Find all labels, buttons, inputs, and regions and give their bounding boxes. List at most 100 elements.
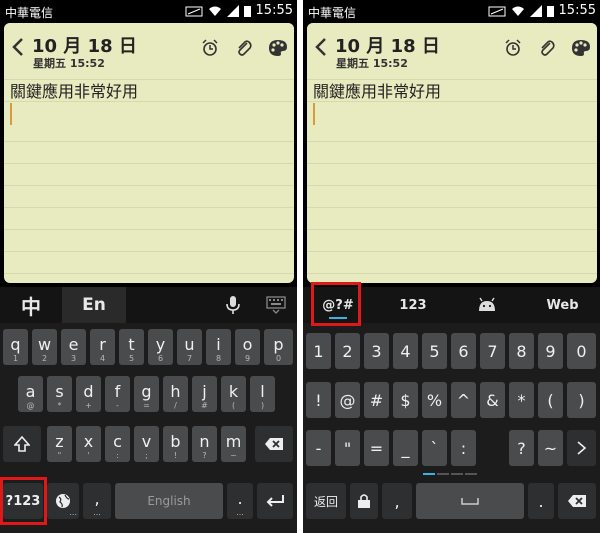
key-w[interactable]: w2 <box>32 329 57 365</box>
comma-key[interactable]: ,... <box>83 483 111 519</box>
key-dollar[interactable]: $ <box>393 382 418 418</box>
status-bar: 中華電信 15:55 <box>0 0 297 22</box>
palette-icon[interactable] <box>571 39 591 57</box>
lock-icon <box>358 494 370 508</box>
key-l[interactable]: l) <box>250 376 275 412</box>
key-ampersand[interactable]: & <box>480 382 505 418</box>
key-quote[interactable]: " <box>335 430 360 466</box>
key-y[interactable]: y6 <box>148 329 173 365</box>
key-u[interactable]: u7 <box>177 329 202 365</box>
paperclip-icon[interactable] <box>538 39 556 57</box>
key-a[interactable]: a @ <box>18 376 43 412</box>
key-h[interactable]: h / <box>163 376 188 412</box>
key-7[interactable]: 7 <box>480 333 505 369</box>
key-9[interactable]: 9 <box>538 333 563 369</box>
key-j[interactable]: j # <box>192 376 217 412</box>
keyboard-qwerty: 中 En q1 w2 e3 r4 t5 y6 u7 i8 o9 p0 a @ s *… <box>0 287 297 533</box>
key-5[interactable]: 5 <box>422 333 447 369</box>
page-arrow-key[interactable] <box>567 430 596 466</box>
key-g[interactable]: g = <box>134 376 159 412</box>
key-paren-open[interactable]: ( <box>538 382 563 418</box>
chevron-left-icon[interactable] <box>315 37 327 57</box>
tab-numbers[interactable]: 123 <box>377 287 449 323</box>
mic-button[interactable] <box>214 287 252 323</box>
key-paren-close[interactable]: ) <box>567 382 596 418</box>
key-at[interactable]: @ <box>335 382 360 418</box>
key-s[interactable]: s * <box>47 376 72 412</box>
key-2[interactable]: 2 <box>335 333 360 369</box>
period-key[interactable]: .... <box>227 483 253 519</box>
key-b[interactable]: b! <box>163 426 188 462</box>
comma-key[interactable]: , <box>382 483 412 519</box>
backspace-key[interactable] <box>558 483 596 519</box>
key-i[interactable]: i8 <box>206 329 231 365</box>
key-3[interactable]: 3 <box>364 333 389 369</box>
key-underscore[interactable]: _ <box>393 430 418 466</box>
globe-key[interactable]: ... <box>47 483 79 519</box>
key-d[interactable]: d + <box>76 376 101 412</box>
note-body-text[interactable]: 關鍵應用非常好用 <box>10 78 138 102</box>
key-f[interactable]: f- <box>105 376 130 412</box>
key-6[interactable]: 6 <box>451 333 476 369</box>
key-caret[interactable]: ^ <box>451 382 476 418</box>
alarm-icon[interactable] <box>201 39 219 57</box>
key-v[interactable]: v; <box>134 426 159 462</box>
note-editor[interactable]: 10 月 18 日 星期五 15:52 關鍵應用非常好用 <box>307 23 597 283</box>
hide-keyboard-button[interactable] <box>256 287 296 323</box>
lang-zh-tab[interactable]: 中 <box>0 287 62 323</box>
alarm-icon[interactable] <box>504 39 522 57</box>
tab-web[interactable]: Web <box>525 287 600 323</box>
page-indicator <box>423 473 477 475</box>
key-r[interactable]: r4 <box>90 329 115 365</box>
key-1[interactable]: 1 <box>306 333 331 369</box>
page-arrow-icon <box>576 441 586 455</box>
signal-icon <box>488 6 506 16</box>
key-8[interactable]: 8 <box>509 333 534 369</box>
enter-key[interactable] <box>257 483 293 519</box>
key-equals[interactable]: = <box>364 430 389 466</box>
key-c[interactable]: c: <box>105 426 130 462</box>
palette-icon[interactable] <box>268 39 288 57</box>
back-to-letters-key[interactable]: 返回 <box>306 483 346 519</box>
shift-key[interactable] <box>3 426 41 462</box>
space-key[interactable] <box>416 483 524 519</box>
key-k[interactable]: k( <box>221 376 246 412</box>
key-e[interactable]: e3 <box>61 329 86 365</box>
space-key[interactable]: English <box>115 483 223 519</box>
clock: 15:55 <box>558 3 596 18</box>
key-tilde[interactable]: ~ <box>538 430 563 466</box>
microphone-icon <box>226 296 240 314</box>
backspace-icon <box>265 438 283 450</box>
lang-en-tab[interactable]: En <box>62 287 126 323</box>
note-body-text[interactable]: 關鍵應用非常好用 <box>313 78 441 102</box>
key-colon[interactable]: : <box>451 430 476 466</box>
keyboard-hide-icon <box>266 296 286 314</box>
globe-icon <box>56 494 70 508</box>
key-minus[interactable]: - <box>306 430 331 466</box>
backspace-key[interactable] <box>255 426 293 462</box>
key-m[interactable]: m ~ <box>221 426 246 462</box>
key-question[interactable]: ? <box>509 430 534 466</box>
period-key[interactable]: . <box>528 483 554 519</box>
lock-key[interactable] <box>350 483 378 519</box>
key-q[interactable]: q1 <box>3 329 28 365</box>
key-backtick[interactable]: ` <box>422 430 447 466</box>
key-4[interactable]: 4 <box>393 333 418 369</box>
key-0[interactable]: 0 <box>567 333 596 369</box>
chevron-left-icon[interactable] <box>12 37 24 57</box>
key-n[interactable]: n? <box>192 426 217 462</box>
key-z[interactable]: z " <box>47 426 72 462</box>
paperclip-icon[interactable] <box>235 39 253 57</box>
key-hash[interactable]: # <box>364 382 389 418</box>
key-t[interactable]: t5 <box>119 329 144 365</box>
key-exclaim[interactable]: ! <box>306 382 331 418</box>
battery-icon <box>243 5 251 17</box>
key-percent[interactable]: % <box>422 382 447 418</box>
tab-emoji[interactable] <box>451 287 523 323</box>
key-x[interactable]: x ' <box>76 426 101 462</box>
cell-signal-icon <box>226 4 239 17</box>
key-p[interactable]: p0 <box>264 329 293 365</box>
note-editor[interactable]: 10 月 18 日 星期五 15:52 關鍵應用非常好用 <box>4 23 294 283</box>
key-asterisk[interactable]: * <box>509 382 534 418</box>
key-o[interactable]: o9 <box>235 329 260 365</box>
